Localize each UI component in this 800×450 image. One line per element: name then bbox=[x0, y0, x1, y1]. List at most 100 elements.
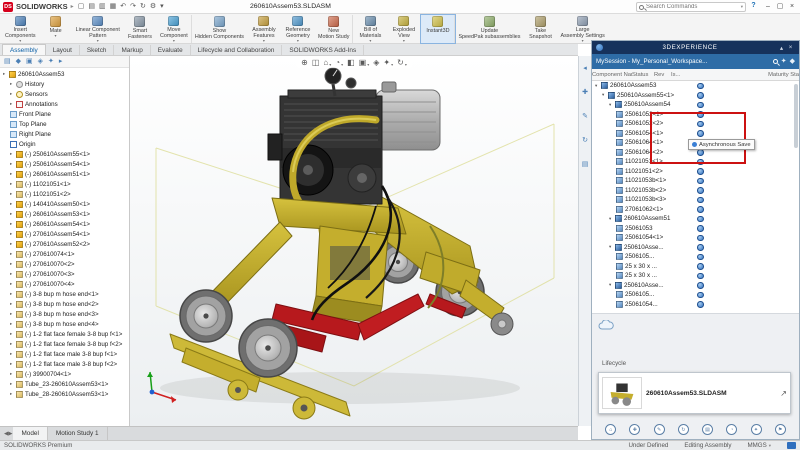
feature-tree-item[interactable]: ▸ (-) 270610074<1> bbox=[0, 249, 129, 259]
tab-markup[interactable]: Markup bbox=[114, 45, 150, 55]
instant3d-button[interactable]: Instant3D bbox=[421, 15, 455, 43]
status-under-defined[interactable]: Under Defined bbox=[628, 442, 668, 449]
configurationmanager-tab-icon[interactable]: ▣ bbox=[26, 56, 33, 67]
component-row[interactable]: 27061062<1> bbox=[592, 205, 799, 215]
propertymanager-tab-icon[interactable]: ◆ bbox=[16, 56, 21, 67]
feature-tree-item[interactable]: ▸ (-) 1-2 flat face female 3-8 bup f<2> bbox=[0, 339, 129, 349]
chevron-down-icon[interactable]: ▾ bbox=[341, 63, 343, 67]
component-row[interactable]: 2506105... bbox=[592, 252, 799, 262]
feature-tree-item[interactable]: ▸ Tube_28-260610Assem53<1> bbox=[0, 389, 129, 399]
feature-tree-item[interactable]: ▸ (-) 11021051<2> bbox=[0, 189, 129, 199]
edit-icon[interactable]: ✎ bbox=[582, 112, 588, 120]
move-component-button[interactable]: Move Component ▾ bbox=[157, 15, 192, 43]
component-row[interactable]: ▾ 260610Assem51 bbox=[592, 214, 799, 224]
sync-status-icon[interactable] bbox=[697, 282, 704, 289]
tag-icon[interactable]: ◆ bbox=[790, 58, 795, 65]
feature-tree-item[interactable]: Right Plane bbox=[0, 129, 129, 139]
tab-solidworks-add-ins[interactable]: SOLIDWORKS Add-Ins bbox=[282, 45, 364, 55]
flyout-arrow-icon[interactable]: ▸ bbox=[59, 56, 63, 67]
sync-status-icon[interactable] bbox=[697, 235, 704, 242]
cad-model-scene[interactable] bbox=[130, 56, 578, 426]
feature-tree-item[interactable]: ▸ (-) 270610070<4> bbox=[0, 279, 129, 289]
history-action-icon[interactable]: ◔ bbox=[726, 424, 737, 435]
insert-components-button[interactable]: Insert Components ▾ bbox=[2, 15, 39, 43]
column-header[interactable]: Is... bbox=[671, 72, 768, 78]
refresh-action-icon[interactable]: ↻ bbox=[678, 424, 689, 435]
feature-tree-item[interactable]: ▸ (-) 3-8 bup m hose end<4> bbox=[0, 319, 129, 329]
sync-status-icon[interactable] bbox=[697, 187, 704, 194]
sync-status-icon[interactable] bbox=[697, 206, 704, 213]
sync-status-icon[interactable] bbox=[697, 225, 704, 232]
sync-status-icon[interactable] bbox=[697, 83, 704, 90]
component-row[interactable]: 25 x 30 x ... bbox=[592, 271, 799, 281]
list-action-icon[interactable]: ▤ bbox=[702, 424, 713, 435]
tab-evaluate[interactable]: Evaluate bbox=[151, 45, 191, 55]
feature-tree-item[interactable]: ▸ (-) 270610070<3> bbox=[0, 269, 129, 279]
new-motion-study-button[interactable]: New Motion Study bbox=[315, 15, 353, 43]
feature-tree-item[interactable]: ▸ (-) 3-8 bup m hose end<3> bbox=[0, 309, 129, 319]
exploded-view-button[interactable]: Exploded View ▾ bbox=[387, 15, 421, 43]
feature-tree-item[interactable]: ▸ Sensors bbox=[0, 89, 129, 99]
sync-status-icon[interactable] bbox=[697, 102, 704, 109]
zoom-to-fit-icon[interactable]: ⊕ bbox=[301, 59, 308, 67]
sync-status-icon[interactable] bbox=[697, 216, 704, 223]
tab-layout[interactable]: Layout bbox=[46, 45, 80, 55]
compass-icon[interactable]: ✦ bbox=[781, 58, 787, 65]
search-dropdown-icon[interactable]: ▾ bbox=[741, 4, 743, 10]
close-button[interactable]: × bbox=[786, 0, 798, 13]
motion-study-tab[interactable]: Motion Study 1 bbox=[48, 427, 108, 440]
undo-icon[interactable]: ↶ bbox=[119, 1, 127, 13]
collapse-panel-icon[interactable]: ◂ bbox=[583, 64, 587, 72]
list-view-icon[interactable]: ▤ bbox=[582, 160, 589, 168]
quickbar-dropdown-icon[interactable]: ▾ bbox=[159, 1, 165, 13]
apply-scene-icon[interactable]: ✦▾ bbox=[383, 59, 393, 67]
component-row[interactable]: ▾ 250610Asse... bbox=[592, 281, 799, 291]
sync-status-icon[interactable] bbox=[697, 92, 704, 99]
status-editing-assembly[interactable]: Editing Assembly bbox=[684, 442, 731, 449]
show-hidden-components-button[interactable]: Show Hidden Components bbox=[192, 15, 247, 43]
maximize-button[interactable]: ▢ bbox=[774, 0, 786, 13]
chevron-down-icon[interactable]: ▾ bbox=[173, 39, 175, 43]
feature-tree-item[interactable]: ▸ (-) 1-2 flat face male 3-8 bup f<2> bbox=[0, 359, 129, 369]
graphics-viewport[interactable]: ⊕ ◫ ⌂▾ ◔▾ ◧ ▣▾ ◈ ✦▾ ↻▾ bbox=[130, 56, 578, 426]
component-row[interactable]: 25061054... bbox=[592, 300, 799, 310]
search-icon[interactable] bbox=[773, 59, 778, 64]
status-units[interactable]: MMGS▾ bbox=[747, 442, 771, 449]
view-orientation-icon[interactable]: ⌂▾ bbox=[323, 59, 331, 67]
refresh-icon[interactable]: ↻ bbox=[582, 136, 588, 144]
redo-icon[interactable]: ↷ bbox=[129, 1, 137, 13]
feature-tree-item[interactable]: ▸ (-) 250610Assem55<1> bbox=[0, 149, 129, 159]
section-view-icon[interactable]: ◧ bbox=[347, 59, 355, 67]
component-row[interactable]: 25061054<1> bbox=[592, 233, 799, 243]
sync-status-icon[interactable] bbox=[697, 292, 704, 299]
tab-assembly[interactable]: Assembly bbox=[2, 44, 46, 55]
chevron-down-icon[interactable]: ▾ bbox=[297, 39, 299, 43]
edit-appearance-icon[interactable]: ◈ bbox=[373, 59, 379, 67]
sync-status-icon[interactable] bbox=[697, 168, 704, 175]
tree-item-root-assembly[interactable]: ▸ 260610Assem53 bbox=[0, 69, 129, 79]
mate-button[interactable]: Mate ▾ bbox=[39, 15, 73, 43]
minimize-button[interactable]: – bbox=[762, 0, 774, 13]
feature-tree-item[interactable]: ▸ (-) 3-8 bup m hose end<2> bbox=[0, 299, 129, 309]
chevron-down-icon[interactable]: ▾ bbox=[769, 443, 771, 449]
linear-component-pattern-button[interactable]: Linear Component Pattern ▾ bbox=[73, 15, 123, 43]
feature-tree-item[interactable]: ▸ (-) 270610Assem52<2> bbox=[0, 239, 129, 249]
feature-tree-item[interactable]: Origin bbox=[0, 139, 129, 149]
component-row[interactable]: 25 x 30 x ... bbox=[592, 262, 799, 272]
large-assembly-settings-button[interactable]: Large Assembly Settings ▾ bbox=[557, 15, 607, 43]
chevron-down-icon[interactable]: ▾ bbox=[329, 63, 331, 67]
column-header[interactable]: Status bbox=[632, 72, 654, 78]
feature-tree-item[interactable]: ▸ (-) 11021051<1> bbox=[0, 179, 129, 189]
column-header[interactable]: Component Name bbox=[592, 72, 632, 78]
search-input[interactable] bbox=[646, 4, 739, 10]
tree-scrollbar[interactable] bbox=[794, 84, 798, 148]
feature-tree-item[interactable]: ▸ Tube_23-260610Assem53<1> bbox=[0, 379, 129, 389]
feature-tree-item[interactable]: ▸ (-) 260610Assem51<1> bbox=[0, 169, 129, 179]
view-settings-icon[interactable]: ↻▾ bbox=[397, 59, 407, 67]
chevron-down-icon[interactable]: ▾ bbox=[263, 39, 265, 43]
feature-tree-item[interactable]: Top Plane bbox=[0, 119, 129, 129]
component-row[interactable]: ▾ 250610Assem55<1> bbox=[592, 91, 799, 101]
component-row[interactable]: ▾ 250610Assem54 bbox=[592, 100, 799, 110]
sync-status-icon[interactable] bbox=[697, 178, 704, 185]
options-icon[interactable]: ⚙ bbox=[149, 1, 157, 13]
